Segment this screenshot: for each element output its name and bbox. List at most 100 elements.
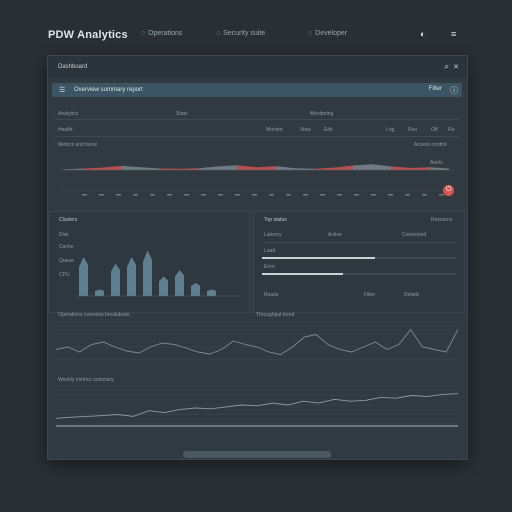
axis-tick: [303, 194, 308, 196]
axis-tick: [269, 194, 274, 196]
dashboard-window: Dashboard ⌕ ✕ ☰ Overview summary report …: [47, 55, 468, 460]
divider: [262, 242, 456, 243]
axis-tick: [371, 194, 376, 196]
nav-item-label: Developer: [315, 30, 348, 37]
series-line: [56, 328, 458, 355]
nav-item-label: Security suite: [223, 30, 266, 37]
axis-tick: [201, 194, 206, 196]
row-name: Latency: [264, 232, 282, 238]
bar: [111, 263, 120, 296]
wave-segment: [410, 167, 430, 170]
window-header: Dashboard ⌕ ✕: [48, 56, 467, 78]
axis-tick: [422, 194, 427, 196]
filter-button[interactable]: Filter: [429, 86, 442, 92]
bar: [95, 289, 104, 296]
divider: [54, 136, 459, 137]
axis-tick: [133, 194, 138, 196]
app-logo-title[interactable]: PDW Analytics: [48, 29, 128, 41]
axis-tick: [218, 194, 223, 196]
circle-icon: ◌: [216, 30, 221, 37]
window-title: Dashboard: [58, 64, 88, 70]
summary-mid2: Monitoring: [310, 111, 334, 117]
wave-segment: [314, 167, 334, 170]
wave-segment: [237, 165, 257, 170]
axis-tick: [99, 194, 104, 196]
axis-tick: [439, 194, 444, 196]
summary-row2-item[interactable]: Log: [386, 127, 394, 133]
wave-segment: [275, 166, 295, 170]
nav-item-security[interactable]: ◌ Security suite: [216, 30, 265, 37]
search-icon[interactable]: ⌕: [444, 61, 449, 72]
list-icon[interactable]: ☰: [59, 86, 65, 94]
y-label: Queue: [59, 258, 75, 264]
filter-link[interactable]: Filter: [364, 292, 375, 298]
summary-row2-label: Health: [58, 127, 73, 133]
axis-tick: [116, 194, 121, 196]
horizontal-scrollbar[interactable]: [183, 451, 331, 458]
divider: [54, 119, 459, 120]
wave-chart: [60, 164, 453, 196]
status-title: Top status: [264, 217, 287, 223]
axis-tick: [405, 194, 410, 196]
close-icon[interactable]: ✕: [453, 63, 459, 71]
row-right: Connected: [402, 232, 427, 238]
line-chart-1: [56, 321, 458, 373]
axis-tick: [235, 194, 240, 196]
summary-row2-item[interactable]: Run: [408, 127, 417, 133]
menu-icon[interactable]: ≡: [451, 29, 456, 39]
y-label: Disk: [59, 232, 69, 238]
summary-row2-item[interactable]: Fix: [448, 127, 455, 133]
wave-segment: [121, 165, 141, 170]
row-name: Error: [264, 264, 276, 270]
axis-tick: [252, 194, 257, 196]
axis-tick: [286, 194, 291, 196]
axis-tick: [337, 194, 342, 196]
wave-segment: [352, 164, 372, 170]
wave-segment: [198, 166, 218, 170]
summary-row2-item[interactable]: Monitor: [266, 127, 283, 133]
alert-button[interactable]: ⏻: [443, 185, 454, 196]
bar: [159, 276, 168, 296]
theme-toggle-icon[interactable]: ◐: [420, 29, 425, 39]
wave-segment: [333, 165, 353, 170]
wave-segment: [218, 165, 238, 170]
clusters-panel: Clusters Disk Cache Queue CPU: [48, 211, 250, 313]
axis-tick: [184, 194, 189, 196]
nav-item-operations[interactable]: ◌ Operations: [141, 30, 182, 37]
axis-tick: [354, 194, 359, 196]
progress-track: [262, 257, 456, 259]
details-link[interactable]: Details: [404, 292, 419, 298]
power-icon: ⏻: [446, 186, 452, 193]
bar: [143, 250, 152, 296]
bar: [191, 283, 200, 296]
circle-icon: ◌: [308, 30, 313, 37]
axis-tick: [320, 194, 325, 196]
info-icon[interactable]: ⓘ: [450, 85, 458, 96]
bar: [207, 289, 216, 296]
nav-item-developer[interactable]: ◌ Developer: [308, 30, 347, 37]
top-bar: PDW Analytics ◌ Operations ◌ Security su…: [0, 0, 512, 48]
summary-row2-item[interactable]: Off: [431, 127, 438, 133]
wave-segment: [102, 165, 122, 170]
resource-title: Resource: [431, 217, 453, 223]
row-mid: Active: [328, 232, 342, 238]
summary-row2-item[interactable]: View: [300, 127, 311, 133]
axis-tick: [82, 194, 87, 196]
axis-tick: [167, 194, 172, 196]
row-name: Load: [264, 248, 276, 254]
summary-mid1: Stats: [176, 111, 188, 117]
nav-item-label: Operations: [148, 30, 183, 37]
wave-segment: [256, 166, 276, 170]
window-controls: ⌕ ✕: [444, 61, 459, 72]
toolbar-label: Overview summary report: [74, 87, 143, 93]
circle-icon: ◌: [141, 30, 146, 37]
line-chart-2: [56, 385, 458, 427]
progress-track: [262, 273, 456, 275]
wave-segment: [429, 167, 449, 170]
axis-tick: [388, 194, 393, 196]
y-label: Cache: [59, 244, 74, 250]
summary-row2-item[interactable]: Edit: [324, 127, 333, 133]
clusters-title: Clusters: [59, 217, 78, 223]
wave-segment: [372, 164, 392, 170]
row-name: Reads: [264, 292, 279, 298]
